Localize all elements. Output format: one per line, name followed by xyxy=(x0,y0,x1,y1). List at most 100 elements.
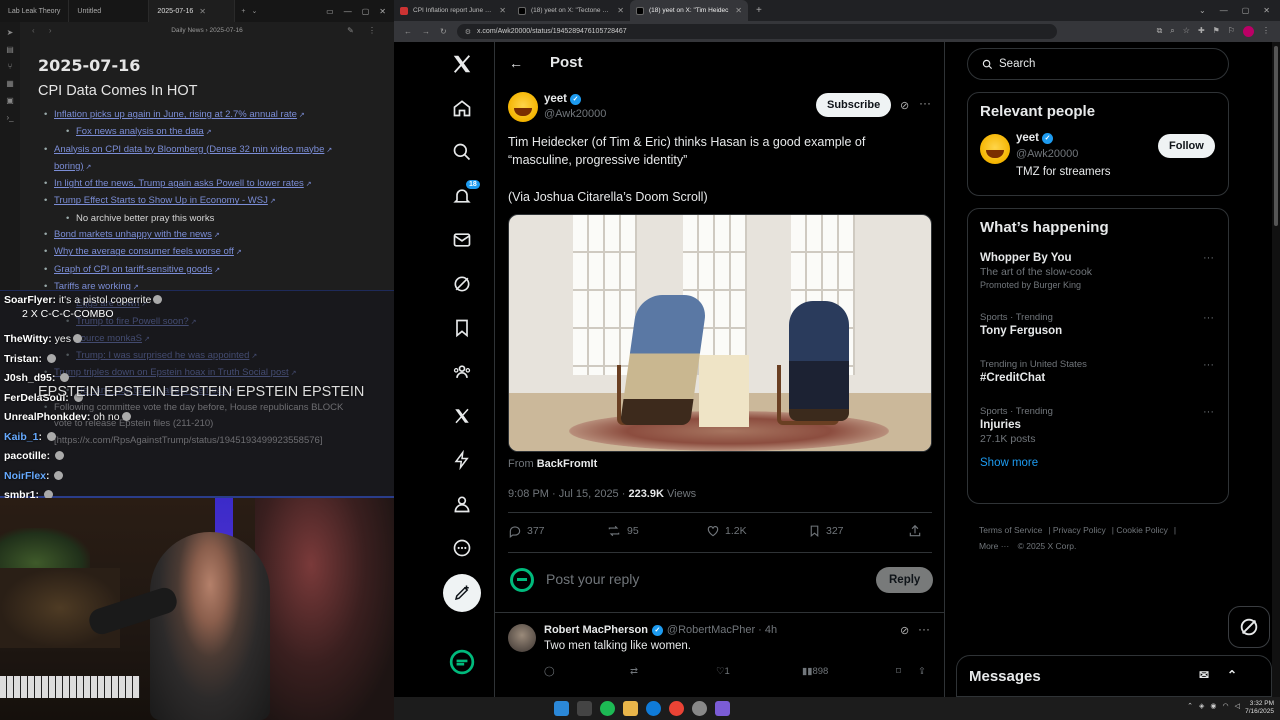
profile-icon[interactable] xyxy=(438,484,486,524)
note-link[interactable]: Bond markets unhappy with the news xyxy=(54,229,212,240)
note-list-item[interactable]: Trump Effect Starts to Show Up in Econom… xyxy=(38,193,388,210)
bookmark-action[interactable]: 327 xyxy=(808,524,844,538)
close-icon[interactable]: ✕ xyxy=(199,7,206,16)
chat-username[interactable]: NoirFlex xyxy=(4,470,46,482)
x-logo-icon[interactable] xyxy=(438,44,486,84)
expand-icon[interactable]: ⌃ xyxy=(1227,668,1237,682)
volume-icon[interactable]: ◁ xyxy=(1235,702,1240,710)
tray-icon[interactable]: ◈ xyxy=(1199,702,1204,710)
new-tab-icon[interactable]: + xyxy=(748,5,770,16)
like-action[interactable]: ♡ 1 xyxy=(716,666,730,677)
post-video[interactable] xyxy=(508,214,932,452)
note-list-item[interactable]: Why the average consumer feels worse off… xyxy=(38,244,388,261)
account-switcher-avatar[interactable] xyxy=(438,642,486,682)
chat-username[interactable]: Tristan xyxy=(4,353,38,365)
menu-icon[interactable]: ⋮ xyxy=(1262,26,1270,37)
browser-tab-active[interactable]: (18) yeet on X: "Tim Heidec ✕ xyxy=(630,0,748,21)
grok-icon[interactable] xyxy=(438,264,486,304)
reply-author[interactable]: Robert MacPherson ✓ @RobertMacPher · 4h xyxy=(544,624,777,636)
chrome-icon[interactable] xyxy=(669,701,684,716)
author-name-row[interactable]: yeet ✓ xyxy=(544,93,582,105)
note-link[interactable]: Analysis on CPI data by Bloomberg (Dense… xyxy=(54,144,324,155)
author-avatar[interactable] xyxy=(508,92,538,122)
note-list-item[interactable]: Fox news analysis on the data ↗ xyxy=(38,124,388,141)
communities-icon[interactable] xyxy=(438,352,486,392)
more-link[interactable]: More ··· xyxy=(979,541,1009,551)
trend-item[interactable]: Whopper By You The art of the slow-cook Pr… xyxy=(968,252,1228,312)
reply-icon[interactable]: ◯ xyxy=(544,666,555,677)
edit-icon[interactable]: ✎ ⋮ xyxy=(347,26,382,35)
extension-icon[interactable]: ⚐ xyxy=(1228,26,1235,37)
verified-orgs-icon[interactable] xyxy=(438,440,486,480)
close-window-icon[interactable]: ✕ xyxy=(1263,6,1270,15)
page-scrollbar[interactable] xyxy=(1272,42,1280,697)
note-link[interactable]: Trump Effect Starts to Show Up in Econom… xyxy=(54,195,268,206)
clock[interactable]: 3:32 PM 7/16/2025 xyxy=(1245,700,1274,716)
chevron-down-icon[interactable]: ⌄ xyxy=(252,7,258,15)
extension-icon[interactable]: ⚑ xyxy=(1213,26,1220,37)
note-link[interactable]: Fox news analysis on the data xyxy=(76,126,204,137)
chat-username[interactable]: SoarFlyer xyxy=(4,294,52,306)
notes-tab[interactable]: Untitled xyxy=(69,0,150,22)
trend-item[interactable]: Sports · Trending Tony Ferguson ··· xyxy=(968,312,1228,359)
notifications-icon[interactable]: 18 xyxy=(438,176,486,216)
close-window-icon[interactable]: ✕ xyxy=(379,7,386,16)
terms-link[interactable]: Terms of Service xyxy=(979,525,1042,535)
reply-avatar[interactable] xyxy=(508,624,536,652)
branch-icon[interactable]: ⑂ xyxy=(8,62,13,71)
wifi-icon[interactable]: ◠ xyxy=(1223,702,1229,710)
add-tab-icon[interactable]: + xyxy=(235,8,251,15)
note-link[interactable]: boring) xyxy=(54,161,84,172)
note-list-item[interactable]: boring) ↗ xyxy=(38,159,388,176)
terminal-icon[interactable]: ›_ xyxy=(6,113,13,122)
note-link[interactable]: Why the average consumer feels worse off xyxy=(54,246,234,257)
show-more-link[interactable]: Show more xyxy=(968,453,1228,479)
tray-icon[interactable]: ⌃ xyxy=(1187,702,1193,710)
back-icon[interactable]: ← xyxy=(404,27,412,36)
messages-drawer[interactable]: Messages ✉ ⌃ xyxy=(956,655,1272,697)
repost-action[interactable]: 95 xyxy=(606,524,639,538)
privacy-link[interactable]: Privacy Policy xyxy=(1053,525,1106,535)
repost-icon[interactable]: ⇄ xyxy=(630,666,638,677)
new-message-icon[interactable]: ✉ xyxy=(1199,668,1209,682)
premium-x-icon[interactable] xyxy=(438,396,486,436)
person-name-row[interactable]: yeet ✓ xyxy=(1016,132,1054,144)
trend-item[interactable]: Sports · Trending Injuries 27.1K posts ··· xyxy=(968,406,1228,453)
follow-button[interactable]: Follow xyxy=(1158,134,1215,158)
bookmark-icon[interactable]: ⌑ xyxy=(896,666,901,677)
trend-item[interactable]: Trending in United States #CreditChat ··· xyxy=(968,359,1228,406)
note-list-item[interactable]: Bond markets unhappy with the news ↗ xyxy=(38,227,388,244)
grok-floating-button[interactable] xyxy=(1228,606,1270,648)
explorer-icon[interactable] xyxy=(623,701,638,716)
tab-search-icon[interactable]: ⌄ xyxy=(1199,6,1206,15)
app-icon[interactable] xyxy=(692,701,707,716)
views-action[interactable]: ▮▮ 898 xyxy=(802,666,828,677)
more-options-icon[interactable]: ··· xyxy=(1203,312,1214,324)
maximize-icon[interactable]: ▢ xyxy=(1242,6,1250,15)
chat-username[interactable]: TheWitty xyxy=(4,333,48,345)
messages-icon[interactable] xyxy=(438,220,486,260)
like-action[interactable]: 1.2K xyxy=(706,524,747,538)
explore-icon[interactable] xyxy=(438,132,486,172)
note-list-item[interactable]: Graph of CPI on tariff-sensitive goods ↗ xyxy=(38,262,388,279)
more-options-icon[interactable]: ··· xyxy=(1203,406,1214,418)
note-link[interactable]: In light of the news, Trump again asks P… xyxy=(54,178,304,189)
notes-tab-active[interactable]: 2025-07-16 ✕ xyxy=(149,0,236,22)
compose-post-button[interactable] xyxy=(443,574,481,612)
tray-icon[interactable]: ◉ xyxy=(1210,702,1216,710)
extension-icon[interactable]: ✚ xyxy=(1198,26,1205,37)
search-input[interactable]: Search xyxy=(967,48,1229,80)
minimize-icon[interactable]: — xyxy=(344,7,352,16)
note-link[interactable]: Graph of CPI on tariff-sensitive goods xyxy=(54,264,212,275)
calendar-icon[interactable]: ▣ xyxy=(6,96,14,105)
grok-explain-icon[interactable]: ⊘ xyxy=(900,624,909,637)
chat-username[interactable]: J0sh_d95 xyxy=(4,372,52,384)
note-list-item[interactable]: In light of the news, Trump again asks P… xyxy=(38,176,388,193)
bookmarks-icon[interactable] xyxy=(438,308,486,348)
reply-button[interactable]: Reply xyxy=(876,567,934,593)
sidebar-toggle-icon[interactable]: ▭ xyxy=(326,7,334,16)
more-options-icon[interactable]: ··· xyxy=(1203,359,1214,371)
more-icon[interactable] xyxy=(438,528,486,568)
share-icon[interactable]: ⇪ xyxy=(918,666,926,677)
notes-tab[interactable]: Lab Leak Theory xyxy=(0,0,70,22)
